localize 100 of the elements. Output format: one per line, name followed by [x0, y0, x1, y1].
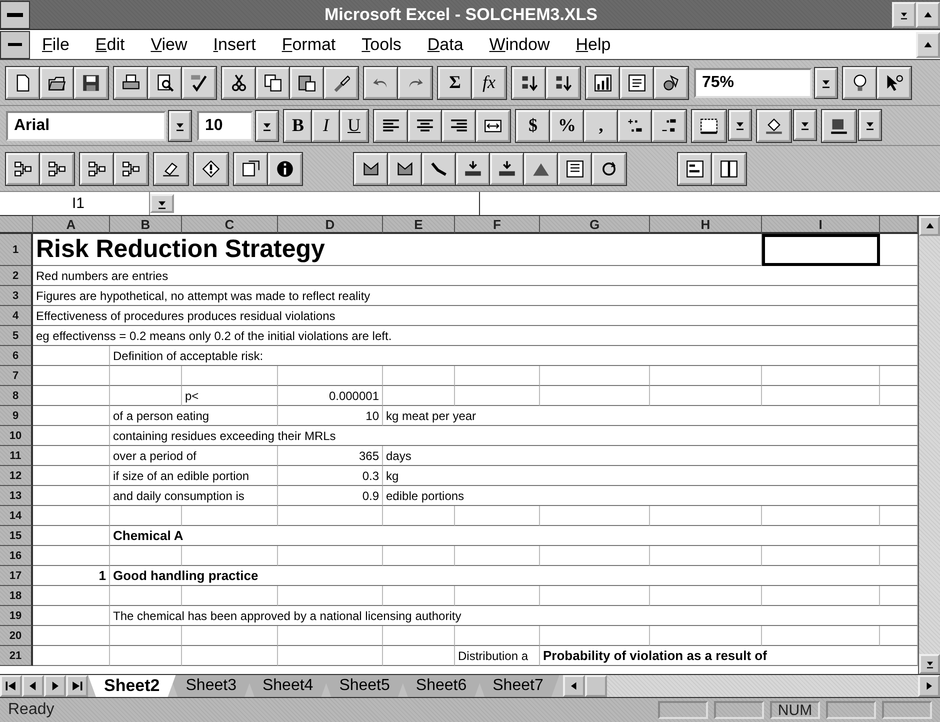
paste-button[interactable] [290, 66, 324, 98]
drawing-button[interactable] [654, 66, 688, 98]
column-header[interactable] [880, 216, 918, 234]
form-button[interactable] [678, 152, 712, 184]
sort-descending-button[interactable] [546, 66, 580, 98]
column-header[interactable]: G [540, 216, 650, 234]
row-header[interactable]: 5 [0, 326, 33, 346]
fill-dropdown-button[interactable] [794, 110, 816, 140]
column-header[interactable]: H [650, 216, 762, 234]
borders-button[interactable] [692, 110, 726, 142]
font-field[interactable]: Arial [6, 110, 166, 140]
fill-color-button[interactable] [757, 110, 791, 142]
remove-precedents-button[interactable] [40, 152, 74, 184]
last-sheet-button[interactable] [66, 675, 88, 697]
scroll-down-button[interactable] [919, 654, 940, 674]
borders-dropdown-button[interactable] [729, 110, 751, 140]
next-sheet-button[interactable] [44, 675, 66, 697]
column-header[interactable]: D [278, 216, 383, 234]
row-header[interactable]: 3 [0, 286, 33, 306]
row-header[interactable]: 15 [0, 526, 33, 546]
row-header[interactable]: 19 [0, 606, 33, 626]
restore-button[interactable] [916, 32, 940, 58]
name-box-dropdown-button[interactable] [150, 194, 174, 213]
column-header[interactable]: A [33, 216, 110, 234]
decrease-decimal-button[interactable] [652, 110, 686, 142]
redo-button[interactable] [398, 66, 432, 98]
vertical-scrollbar[interactable] [918, 216, 940, 674]
text-box-button[interactable] [620, 66, 654, 98]
menu-item[interactable]: Format [270, 34, 350, 54]
format-painter-button[interactable] [324, 66, 358, 98]
column-header[interactable]: F [455, 216, 540, 234]
menu-item[interactable]: Help [564, 34, 625, 54]
size-dropdown-button[interactable] [256, 110, 278, 140]
scroll-up-button[interactable] [919, 216, 940, 236]
spelling-button[interactable] [182, 66, 216, 98]
row-header[interactable]: 13 [0, 486, 33, 506]
row-header[interactable]: 1 [0, 234, 33, 266]
font-size-field[interactable]: 10 [197, 110, 253, 140]
font-color-button[interactable] [822, 110, 856, 142]
zoom-dropdown-button[interactable] [815, 68, 837, 98]
sheet-tab[interactable]: Sheet2 [88, 675, 176, 697]
maximize-button[interactable] [916, 2, 940, 28]
shape-button[interactable] [388, 152, 422, 184]
info-button[interactable] [268, 152, 302, 184]
row-header[interactable]: 9 [0, 406, 33, 426]
insert-row-button[interactable] [456, 152, 490, 184]
remove-dependents-button[interactable] [114, 152, 148, 184]
new-button[interactable] [6, 66, 40, 98]
minimize-button[interactable] [892, 2, 916, 28]
row-header[interactable]: 4 [0, 306, 33, 326]
number-format-button[interactable]: $ [516, 110, 550, 142]
row-header[interactable]: 16 [0, 546, 33, 566]
align-center-button[interactable] [408, 110, 442, 142]
column-header[interactable]: C [182, 216, 278, 234]
help-button[interactable] [877, 66, 911, 98]
select-all-button[interactable] [0, 216, 33, 234]
document-menu-button[interactable] [0, 30, 30, 58]
row-header[interactable]: 17 [0, 566, 33, 586]
copy-button[interactable] [256, 66, 290, 98]
font-dropdown-button[interactable] [169, 110, 191, 140]
autosum-button[interactable]: Σ [438, 66, 472, 98]
font-color-dropdown-button[interactable] [859, 110, 881, 140]
column-header[interactable]: E [383, 216, 455, 234]
menu-item[interactable]: View [138, 34, 202, 54]
split-button[interactable] [712, 152, 746, 184]
trace-precedents-button[interactable] [6, 152, 40, 184]
trace-dependents-button[interactable] [80, 152, 114, 184]
refresh-button[interactable] [592, 152, 626, 184]
row-header[interactable]: 12 [0, 466, 33, 486]
function-button[interactable]: fx [472, 66, 506, 98]
first-sheet-button[interactable] [0, 675, 22, 697]
scroll-left-button[interactable] [563, 675, 586, 697]
previous-sheet-button[interactable] [22, 675, 44, 697]
row-header[interactable]: 18 [0, 586, 33, 606]
row-header[interactable]: 14 [0, 506, 33, 526]
note-button[interactable] [234, 152, 268, 184]
row-header[interactable]: 2 [0, 266, 33, 286]
bold-button[interactable]: B [284, 110, 312, 142]
column-header[interactable]: B [110, 216, 182, 234]
row-header[interactable]: 20 [0, 626, 33, 646]
chart-wizard-button[interactable] [586, 66, 620, 98]
menu-item[interactable]: Edit [83, 34, 139, 54]
align-right-button[interactable] [442, 110, 476, 142]
undo-button[interactable] [364, 66, 398, 98]
column-header[interactable]: I [762, 216, 880, 234]
menu-item[interactable]: Insert [201, 34, 270, 54]
scroll-right-button[interactable] [918, 675, 940, 697]
row-header[interactable]: 7 [0, 366, 33, 386]
sort-ascending-button[interactable] [512, 66, 546, 98]
scroll-thumb[interactable] [585, 675, 608, 697]
center-across-button[interactable] [476, 110, 510, 142]
row-header[interactable]: 6 [0, 346, 33, 366]
list-button[interactable] [558, 152, 592, 184]
shape-button[interactable] [354, 152, 388, 184]
system-menu-button[interactable] [0, 0, 30, 28]
save-button[interactable] [74, 66, 108, 98]
align-left-button[interactable] [374, 110, 408, 142]
italic-button[interactable]: I [312, 110, 340, 142]
menu-item[interactable]: Window [477, 34, 564, 54]
row-header[interactable]: 11 [0, 446, 33, 466]
